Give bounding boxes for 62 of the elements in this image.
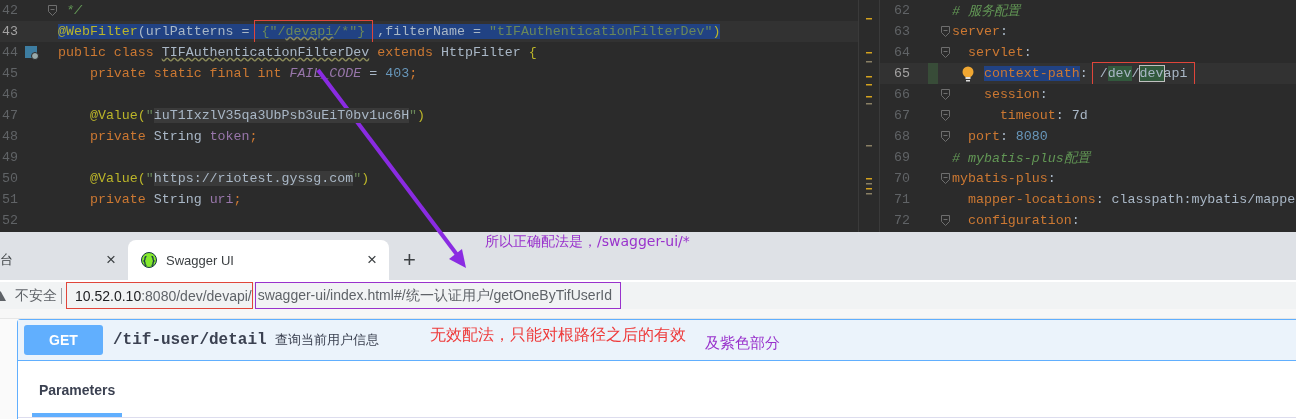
- swagger-icon: [141, 252, 157, 268]
- fold-icon[interactable]: [47, 5, 57, 16]
- line-number: 71: [893, 192, 910, 207]
- endpoint-summary: 查询当前用户信息: [274, 331, 379, 349]
- fold-icon[interactable]: [940, 173, 950, 184]
- line-number: 52: [1, 213, 18, 228]
- line-number: 47: [1, 108, 18, 123]
- code-line: @Value("iuT1IxzlV35qa3UbPsb3uEiT0bv1uc6H"): [88, 108, 426, 123]
- code-line: mapper-locations: classpath:mybatis/mappe: [966, 192, 1296, 207]
- line-number: 46: [1, 87, 18, 102]
- line-number: 44: [1, 45, 18, 60]
- code-line: # mybatis-plus配置: [952, 149, 1090, 167]
- close-button[interactable]: ×: [102, 250, 120, 270]
- annotation-note: 及紫色部分: [705, 334, 780, 353]
- code-line: # 服务配置: [952, 2, 1020, 20]
- line-number: 70: [893, 171, 910, 186]
- parameters-tab[interactable]: Parameters: [32, 382, 123, 417]
- fold-icon[interactable]: [940, 110, 950, 121]
- close-button[interactable]: ×: [363, 250, 381, 270]
- line-number: 65: [893, 66, 910, 81]
- line-number: 72: [893, 213, 910, 228]
- annotation-note: 所以正确配法是，/swagger-ui/*: [485, 233, 690, 251]
- code-line: private String uri;: [88, 192, 242, 207]
- line-number: 69: [893, 150, 910, 165]
- annotation-note: 无效配法，只能对根路径之后的有效: [430, 325, 686, 346]
- code-line: servlet:: [966, 45, 1032, 60]
- browser-tab[interactable]: Swagger UI ×: [128, 240, 389, 280]
- line-number: 67: [893, 108, 910, 123]
- code-line: private String token;: [88, 129, 258, 144]
- line-number: 62: [893, 3, 910, 18]
- class-icon[interactable]: [25, 45, 39, 60]
- line-number: 49: [1, 150, 18, 165]
- line-number: 66: [893, 87, 910, 102]
- code-line: */: [64, 3, 82, 18]
- browser-tab[interactable]: 台 ×: [0, 240, 128, 280]
- code-line: port: 8080: [966, 129, 1048, 144]
- line-number: 48: [1, 129, 18, 144]
- new-tab-button[interactable]: +: [403, 247, 416, 273]
- code-line: @Value("https://riotest.gyssg.com"): [88, 171, 370, 186]
- fold-icon[interactable]: [940, 215, 950, 226]
- line-number: 68: [893, 129, 910, 144]
- line-number: 42: [1, 3, 18, 18]
- fold-icon[interactable]: [940, 26, 950, 37]
- fold-icon[interactable]: [940, 131, 950, 142]
- security-label[interactable]: 不安全: [15, 286, 57, 305]
- line-number: 43: [1, 24, 18, 39]
- line-number: 63: [893, 24, 910, 39]
- lightbulb-icon[interactable]: [962, 66, 974, 82]
- change-marker: [928, 63, 938, 84]
- line-number: 51: [1, 192, 18, 207]
- endpoint-path: /tif-user/detail: [113, 331, 267, 349]
- code-line: configuration:: [966, 213, 1080, 228]
- line-number: 50: [1, 171, 18, 186]
- code-line: public class TIFAuthenticationFilterDev extends HttpFilter {: [58, 45, 537, 60]
- code-line: timeout: 7d: [998, 108, 1088, 123]
- code-line: server:: [952, 24, 1008, 39]
- fold-icon[interactable]: [940, 89, 950, 100]
- fold-icon[interactable]: [940, 47, 950, 58]
- line-number: 64: [893, 45, 910, 60]
- code-line: session:: [982, 87, 1048, 102]
- code-line: mybatis-plus:: [952, 171, 1056, 186]
- line-number: 45: [1, 66, 18, 81]
